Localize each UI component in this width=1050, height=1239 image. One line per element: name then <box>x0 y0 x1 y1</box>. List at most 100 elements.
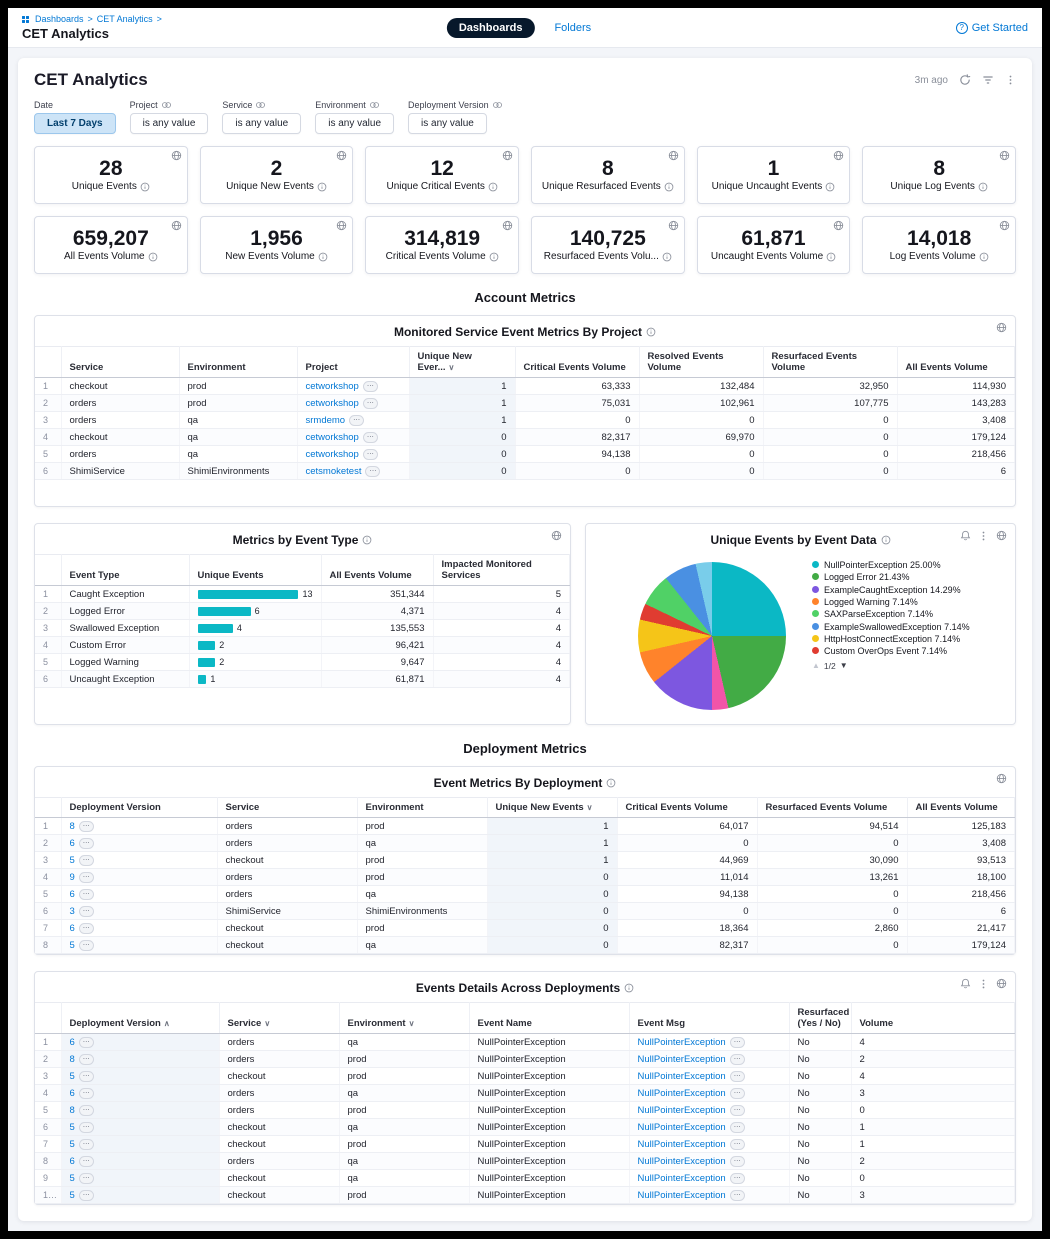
legend-page-down-icon[interactable]: ▼ <box>840 661 848 670</box>
column-header-resurfaced-events-volume[interactable]: Resurfaced Events Volume <box>763 347 897 378</box>
legend-page-up-icon[interactable]: ▲ <box>812 661 820 670</box>
drill-badge[interactable]: ⋯ <box>730 1139 745 1150</box>
drill-badge[interactable]: ⋯ <box>365 466 380 477</box>
cell-link[interactable]: 8 <box>70 1105 75 1116</box>
globe-icon[interactable] <box>502 220 513 231</box>
pie-chart[interactable] <box>638 562 786 710</box>
drill-badge[interactable]: ⋯ <box>730 1071 745 1082</box>
column-header-resolved-events-volume[interactable]: Resolved Events Volume <box>639 347 763 378</box>
drill-badge[interactable]: ⋯ <box>730 1173 745 1184</box>
drill-badge[interactable]: ⋯ <box>79 1105 94 1116</box>
column-header-service[interactable]: Service <box>61 347 179 378</box>
cell-link[interactable]: 6 <box>70 1088 75 1099</box>
cell-link[interactable]: cetworkshop <box>306 398 359 409</box>
globe-icon[interactable] <box>171 150 182 161</box>
filter-date[interactable]: Last 7 Days <box>34 113 116 134</box>
kebab-icon[interactable] <box>978 978 989 990</box>
column-header-service[interactable]: Service <box>217 798 357 818</box>
breadcrumb-item[interactable]: Dashboards <box>35 14 84 24</box>
column-header-environment[interactable]: Environment <box>357 798 487 818</box>
drill-badge[interactable]: ⋯ <box>79 821 94 832</box>
column-header-all-events-volume[interactable]: All Events Volume <box>321 555 433 586</box>
cell-link[interactable]: 5 <box>70 1122 75 1133</box>
cell-link[interactable]: cetsmoketest <box>306 466 362 477</box>
filter-environment[interactable]: is any value <box>315 113 394 134</box>
cell-link[interactable]: 5 <box>70 1139 75 1150</box>
drill-badge[interactable]: ⋯ <box>363 381 378 392</box>
column-header-environment[interactable]: Environment∨ <box>339 1003 469 1034</box>
cell-link[interactable]: srmdemo <box>306 415 346 426</box>
drill-badge[interactable]: ⋯ <box>349 415 364 426</box>
cell-link[interactable]: NullPointerException <box>638 1139 726 1150</box>
globe-icon[interactable] <box>833 150 844 161</box>
globe-icon[interactable] <box>336 220 347 231</box>
drill-badge[interactable]: ⋯ <box>730 1190 745 1201</box>
cell-link[interactable]: NullPointerException <box>638 1122 726 1133</box>
column-header-event-msg[interactable]: Event Msg <box>629 1003 789 1034</box>
kebab-icon[interactable] <box>1005 74 1016 86</box>
globe-icon[interactable] <box>999 220 1010 231</box>
legend-item[interactable]: ExampleSwallowedException 7.14% <box>812 622 998 632</box>
globe-icon[interactable] <box>833 220 844 231</box>
cell-link[interactable]: 5 <box>70 1173 75 1184</box>
filter-project[interactable]: is any value <box>130 113 209 134</box>
column-header-all-events-volume[interactable]: All Events Volume <box>897 347 1015 378</box>
unique-events-bar[interactable] <box>198 590 299 599</box>
cell-link[interactable]: cetworkshop <box>306 381 359 392</box>
drill-badge[interactable]: ⋯ <box>79 855 94 866</box>
legend-item[interactable]: ExampleCaughtException 14.29% <box>812 585 998 595</box>
column-header-resurfaced-yes-no[interactable]: Resurfaced (Yes / No) <box>789 1003 851 1034</box>
cell-link[interactable]: 6 <box>70 923 75 934</box>
cell-link[interactable]: NullPointerException <box>638 1071 726 1082</box>
globe-icon[interactable] <box>668 150 679 161</box>
filter-icon[interactable] <box>982 74 994 86</box>
globe-icon[interactable] <box>502 150 513 161</box>
drill-badge[interactable]: ⋯ <box>363 398 378 409</box>
column-header-project[interactable]: Project <box>297 347 409 378</box>
tab-dashboards[interactable]: Dashboards <box>447 18 535 38</box>
cell-link[interactable]: 8 <box>70 821 75 832</box>
legend-item[interactable]: HttpHostConnectException 7.14% <box>812 634 998 644</box>
bell-icon[interactable] <box>960 978 971 990</box>
globe-icon[interactable] <box>996 978 1007 990</box>
unique-events-bar[interactable] <box>198 607 251 616</box>
drill-badge[interactable]: ⋯ <box>79 923 94 934</box>
globe-icon[interactable] <box>996 322 1007 333</box>
cell-link[interactable]: 3 <box>70 906 75 917</box>
column-header-environment[interactable]: Environment <box>179 347 297 378</box>
bell-icon[interactable] <box>960 530 971 542</box>
drill-badge[interactable]: ⋯ <box>363 449 378 460</box>
cell-link[interactable]: NullPointerException <box>638 1156 726 1167</box>
globe-icon[interactable] <box>996 530 1007 542</box>
column-header-event-name[interactable]: Event Name <box>469 1003 629 1034</box>
kebab-icon[interactable] <box>978 530 989 542</box>
cell-link[interactable]: 6 <box>70 1037 75 1048</box>
cell-link[interactable]: cetworkshop <box>306 449 359 460</box>
unique-events-bar[interactable] <box>198 675 207 684</box>
drill-badge[interactable]: ⋯ <box>79 1139 94 1150</box>
column-header-all-events-volume[interactable]: All Events Volume <box>907 798 1015 818</box>
globe-icon[interactable] <box>999 150 1010 161</box>
cell-link[interactable]: NullPointerException <box>638 1190 726 1201</box>
column-header-unique-new-ever[interactable]: Unique New Ever...∨ <box>409 347 515 378</box>
column-header-event-type[interactable]: Event Type <box>61 555 189 586</box>
column-header-impacted-monitored-services[interactable]: Impacted Monitored Services <box>433 555 570 586</box>
cell-link[interactable]: NullPointerException <box>638 1088 726 1099</box>
cell-link[interactable]: 5 <box>70 1190 75 1201</box>
drill-badge[interactable]: ⋯ <box>79 1054 94 1065</box>
breadcrumb-item[interactable]: CET Analytics <box>97 14 153 24</box>
cell-link[interactable]: 6 <box>70 838 75 849</box>
drill-badge[interactable]: ⋯ <box>79 1156 94 1167</box>
globe-icon[interactable] <box>996 773 1007 784</box>
drill-badge[interactable]: ⋯ <box>730 1088 745 1099</box>
drill-badge[interactable]: ⋯ <box>79 1190 94 1201</box>
cell-link[interactable]: 6 <box>70 1156 75 1167</box>
drill-badge[interactable]: ⋯ <box>730 1054 745 1065</box>
drill-badge[interactable]: ⋯ <box>79 906 94 917</box>
filter-deployment-version[interactable]: is any value <box>408 113 487 134</box>
drill-badge[interactable]: ⋯ <box>730 1105 745 1116</box>
column-header-critical-events-volume[interactable]: Critical Events Volume <box>617 798 757 818</box>
cell-link[interactable]: NullPointerException <box>638 1173 726 1184</box>
drill-badge[interactable]: ⋯ <box>730 1122 745 1133</box>
cell-link[interactable]: 9 <box>70 872 75 883</box>
